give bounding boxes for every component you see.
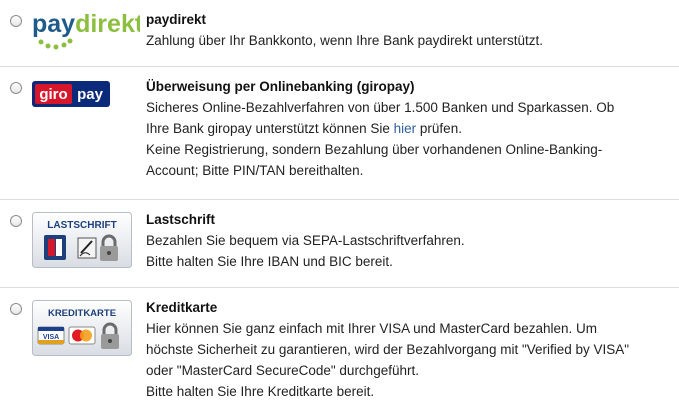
lastschrift-line-1: Bezahlen Sie bequem via SEPA-Lastschrift… [146, 233, 465, 248]
mastercard-icon [68, 326, 96, 345]
giropay-line-2: Ihre Bank giropay unterstützt können Sie… [146, 118, 675, 139]
giropay-title: Überweisung per Onlinebanking (giropay) [146, 79, 415, 94]
paydirekt-text: paydirekt Zahlung über Ihr Bankkonto, we… [146, 9, 675, 51]
payment-option-paydirekt[interactable]: paydirekt paydirekt Zahlung über Ihr Ban… [0, 0, 679, 66]
giropay-logo: giro pay [32, 81, 110, 107]
paydirekt-logo-pay: pay [32, 10, 75, 38]
kreditkarte-logo-label: KREDITKARTE [48, 308, 116, 319]
radio-giropay[interactable] [10, 82, 22, 94]
lastschrift-title: Lastschrift [146, 212, 216, 227]
paydirekt-dots-icon [38, 38, 73, 50]
visa-card-label: VISA [43, 334, 59, 341]
giropay-logo-pay: pay [77, 86, 104, 103]
kreditkarte-line-3: oder "MasterCard SecureCode" durchgeführ… [146, 363, 419, 378]
giropay-logo-giro: giro [39, 86, 67, 103]
lastschrift-line-2: Bitte halten Sie Ihre IBAN und BIC berei… [146, 254, 393, 269]
giropay-line-2-text: Ihre Bank giropay unterstützt können Sie [146, 121, 394, 136]
giropay-hier-link[interactable]: hier [394, 121, 417, 136]
payment-method-list: paydirekt paydirekt Zahlung über Ihr Ban… [0, 0, 679, 406]
lastschrift-logo: LASTSCHRIFT [32, 212, 132, 268]
giropay-line-2-suffix: prüfen. [416, 121, 462, 136]
signature-pen-icon [77, 237, 97, 259]
payment-option-kreditkarte[interactable]: KREDITKARTE VISA Kreditkarte Hier können… [0, 288, 679, 406]
payment-option-lastschrift[interactable]: LASTSCHRIFT Lastschrift Bezahlen Sie beq… [0, 200, 679, 287]
paydirekt-logo-direkt: direkt [75, 10, 140, 38]
kreditkarte-title: Kreditkarte [146, 300, 218, 315]
svg-text:paydirekt: paydirekt [32, 10, 140, 38]
radio-kreditkarte[interactable] [10, 303, 22, 315]
lastschrift-logo-label: LASTSCHRIFT [47, 220, 116, 231]
kreditkarte-logo: KREDITKARTE VISA [32, 300, 132, 356]
kreditkarte-text: Kreditkarte Hier können Sie ganz einfach… [146, 297, 675, 402]
paydirekt-logo: paydirekt [32, 10, 140, 50]
paydirekt-title: paydirekt [146, 12, 207, 27]
paydirekt-description: Zahlung über Ihr Bankkonto, wenn Ihre Ba… [146, 33, 543, 48]
giropay-line-4: Account; Bitte PIN/TAN bereithalten. [146, 163, 364, 178]
kreditkarte-line-4: Bitte halten Sie Ihre Kreditkarte bereit… [146, 384, 375, 399]
kreditkarte-line-1: Hier können Sie ganz einfach mit Ihrer V… [146, 321, 597, 336]
radio-lastschrift[interactable] [10, 215, 22, 227]
giropay-line-3: Keine Registrierung, sondern Bezahlung ü… [146, 142, 603, 157]
lastschrift-text: Lastschrift Bezahlen Sie bequem via SEPA… [146, 209, 675, 272]
giropay-text: Überweisung per Onlinebanking (giropay) … [146, 76, 675, 181]
giropay-line-1: Sicheres Online-Bezahlverfahren von über… [146, 100, 615, 115]
payment-option-giropay[interactable]: giro pay Überweisung per Onlinebanking (… [0, 67, 679, 199]
kreditkarte-line-2: höchste Sicherheit zu garantieren, wird … [146, 342, 630, 357]
radio-paydirekt[interactable] [10, 15, 22, 27]
visa-card-icon: VISA [37, 326, 65, 345]
ec-card-icon [44, 235, 66, 260]
